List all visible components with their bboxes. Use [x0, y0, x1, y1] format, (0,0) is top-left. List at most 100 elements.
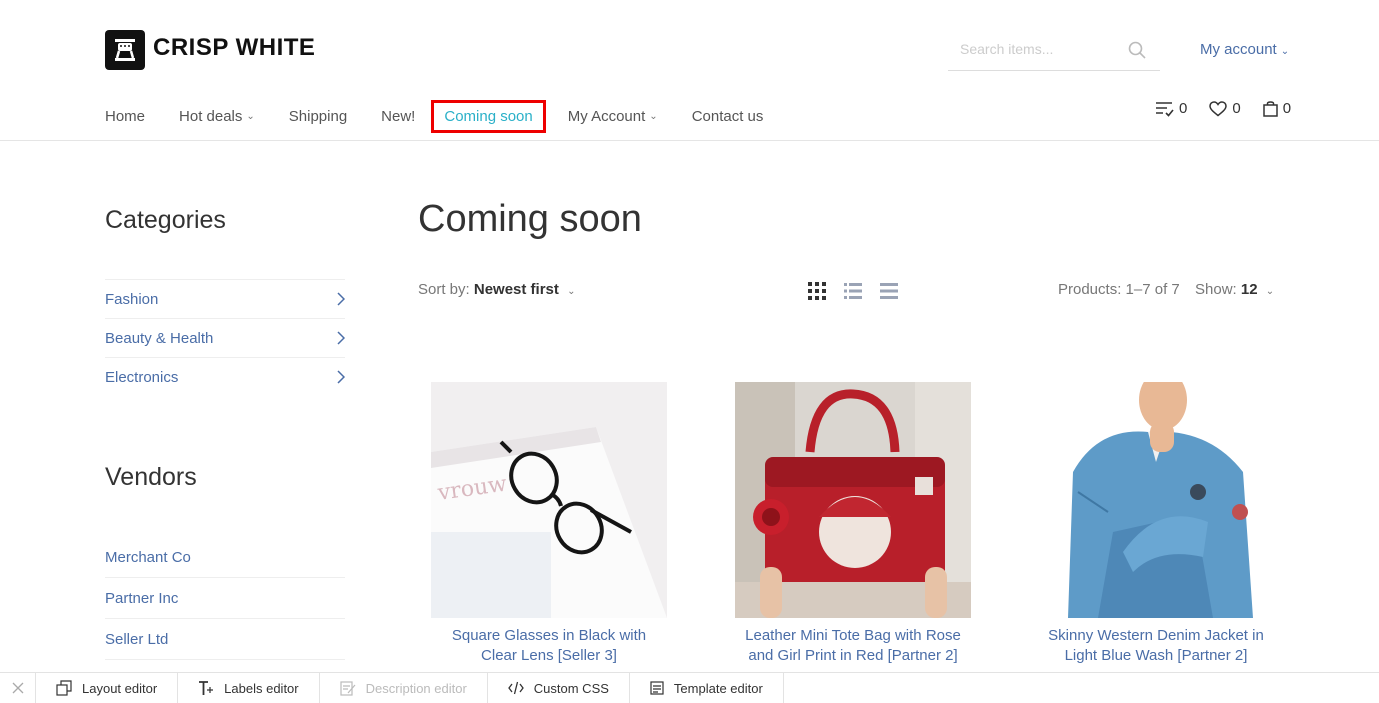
chevron-down-icon: ⌄ [649, 111, 658, 122]
vendors-list: Merchant Co Partner Inc Seller Ltd [105, 537, 345, 660]
vendors-title: Vendors [105, 463, 197, 491]
vendor-item[interactable]: Seller Ltd [105, 619, 345, 660]
template-editor-button[interactable]: Template editor [630, 673, 784, 703]
layout-icon [56, 680, 72, 696]
categories-list: Fashion Beauty & Health Electronics [105, 279, 345, 396]
list-view-icon[interactable] [844, 282, 862, 305]
category-label: Beauty & Health [105, 329, 214, 347]
nav-shipping[interactable]: Shipping [289, 108, 347, 125]
vendor-label: Partner Inc [105, 589, 179, 607]
chevron-right-icon [337, 331, 345, 345]
category-label: Electronics [105, 368, 179, 386]
template-icon [650, 681, 664, 695]
sort-dropdown[interactable]: Sort by: Newest first ⌄ [418, 281, 575, 298]
labels-editor-label: Labels editor [224, 680, 299, 696]
nav-new[interactable]: New! [381, 108, 415, 125]
wishlist-counter[interactable]: 0 [1209, 100, 1241, 117]
nav-coming-soon[interactable]: Coming soon [431, 100, 546, 133]
layout-editor-label: Layout editor [82, 680, 158, 696]
my-account-label: My account [1200, 41, 1277, 58]
nav-label: Contact us [691, 108, 764, 125]
close-icon[interactable] [0, 673, 36, 703]
edit-document-icon [340, 681, 356, 696]
my-account-dropdown[interactable]: My account ⌄ [1200, 41, 1289, 58]
template-editor-label: Template editor [673, 680, 763, 696]
product-title-line: Leather Mini Tote Bag with Rose [745, 627, 961, 644]
category-label: Fashion [105, 290, 159, 308]
chevron-down-icon: ⌄ [1265, 286, 1275, 297]
cart-counter[interactable]: 0 [1262, 100, 1292, 117]
search-icon[interactable] [1128, 41, 1146, 64]
show-label: Show: [1195, 281, 1237, 298]
product-title[interactable]: Leather Mini Tote Bag with Rose and Girl… [735, 626, 971, 666]
view-mode-switcher [808, 282, 916, 305]
sort-label: Sort by: [418, 281, 470, 298]
nav-contact-us[interactable]: Contact us [692, 108, 764, 125]
chevron-right-icon [337, 370, 345, 384]
layout-editor-button[interactable]: Layout editor [36, 673, 179, 703]
nav-label: New! [381, 108, 416, 125]
product-card: Leather Mini Tote Bag with Rose and Girl… [735, 382, 971, 666]
product-title-line: Square Glasses in Black with [451, 627, 647, 644]
chevron-down-icon: ⌄ [567, 286, 576, 297]
logo-icon[interactable] [105, 30, 145, 70]
nav-label: Coming soon [444, 108, 533, 125]
product-title[interactable]: Square Glasses in Black with Clear Lens … [431, 626, 667, 666]
custom-css-label: Custom CSS [533, 680, 609, 696]
products-count: Products: 1–7 of 7 [1058, 281, 1180, 298]
nav-label: Shipping [288, 108, 348, 125]
nav-label: Hot deals [179, 108, 243, 125]
nav-hot-deals[interactable]: Hot deals ⌄ [179, 108, 255, 125]
product-title-line: and Girl Print in Red [Partner 2] [748, 647, 958, 664]
vendor-item[interactable]: Merchant Co [105, 537, 345, 578]
vendor-label: Seller Ltd [105, 630, 169, 648]
nav-my-account[interactable]: My Account ⌄ [568, 108, 658, 125]
product-image[interactable] [1038, 382, 1274, 618]
category-item[interactable]: Beauty & Health [105, 318, 345, 357]
table-view-icon[interactable] [880, 282, 898, 305]
chevron-right-icon [337, 292, 345, 306]
labels-editor-button[interactable]: Labels editor [178, 673, 320, 703]
nav-home[interactable]: Home [105, 108, 145, 125]
heart-icon [1209, 100, 1228, 116]
description-editor-button[interactable]: Description editor [320, 673, 488, 703]
custom-css-button[interactable]: Custom CSS [488, 673, 630, 703]
category-item[interactable]: Electronics [105, 357, 345, 396]
show-value: 12 [1240, 281, 1258, 298]
code-icon [507, 681, 524, 695]
vendor-label: Merchant Co [105, 548, 191, 566]
grid-view-icon[interactable] [808, 282, 826, 305]
search-box [948, 30, 1160, 71]
product-card: vrouw Square Glasses in Black with Clear… [431, 382, 667, 666]
nav-label: My Account [567, 108, 646, 125]
main-nav: Home Hot deals ⌄ Shipping New! Coming soo… [105, 100, 797, 133]
header-divider [0, 140, 1379, 141]
product-card: Skinny Western Denim Jacket in Light Blu… [1038, 382, 1274, 666]
wishlist-count: 0 [1232, 100, 1241, 117]
page-title: Coming soon [418, 198, 642, 240]
search-input[interactable] [948, 30, 1130, 68]
description-editor-label: Description editor [365, 680, 467, 696]
categories-title: Categories [105, 206, 226, 234]
header-counters: 0 0 0 [1155, 100, 1291, 117]
product-title-line: Skinny Western Denim Jacket in [1048, 627, 1264, 644]
brand-name[interactable]: CRISP WHITE [153, 34, 315, 62]
per-page-dropdown[interactable]: Show: 12 ⌄ [1195, 281, 1274, 298]
text-icon [199, 681, 214, 695]
product-title-line: Light Blue Wash [Partner 2] [1064, 647, 1248, 664]
nav-label: Home [105, 108, 146, 125]
product-title-line: Clear Lens [Seller 3] [481, 647, 617, 664]
shopping-bag-icon [1262, 101, 1278, 117]
vendor-item[interactable]: Partner Inc [105, 578, 345, 619]
sort-value: Newest first [473, 281, 559, 298]
category-item[interactable]: Fashion [105, 279, 345, 318]
product-image[interactable]: vrouw [431, 382, 667, 618]
compare-counter[interactable]: 0 [1155, 100, 1187, 117]
product-title[interactable]: Skinny Western Denim Jacket in Light Blu… [1038, 626, 1274, 666]
chevron-down-icon: ⌄ [246, 111, 255, 122]
product-image[interactable] [735, 382, 971, 618]
cart-count: 0 [1282, 100, 1292, 117]
chevron-down-icon: ⌄ [1280, 46, 1290, 57]
compare-count: 0 [1179, 100, 1188, 117]
editor-toolbar: Layout editor Labels editor Description … [0, 672, 1379, 703]
